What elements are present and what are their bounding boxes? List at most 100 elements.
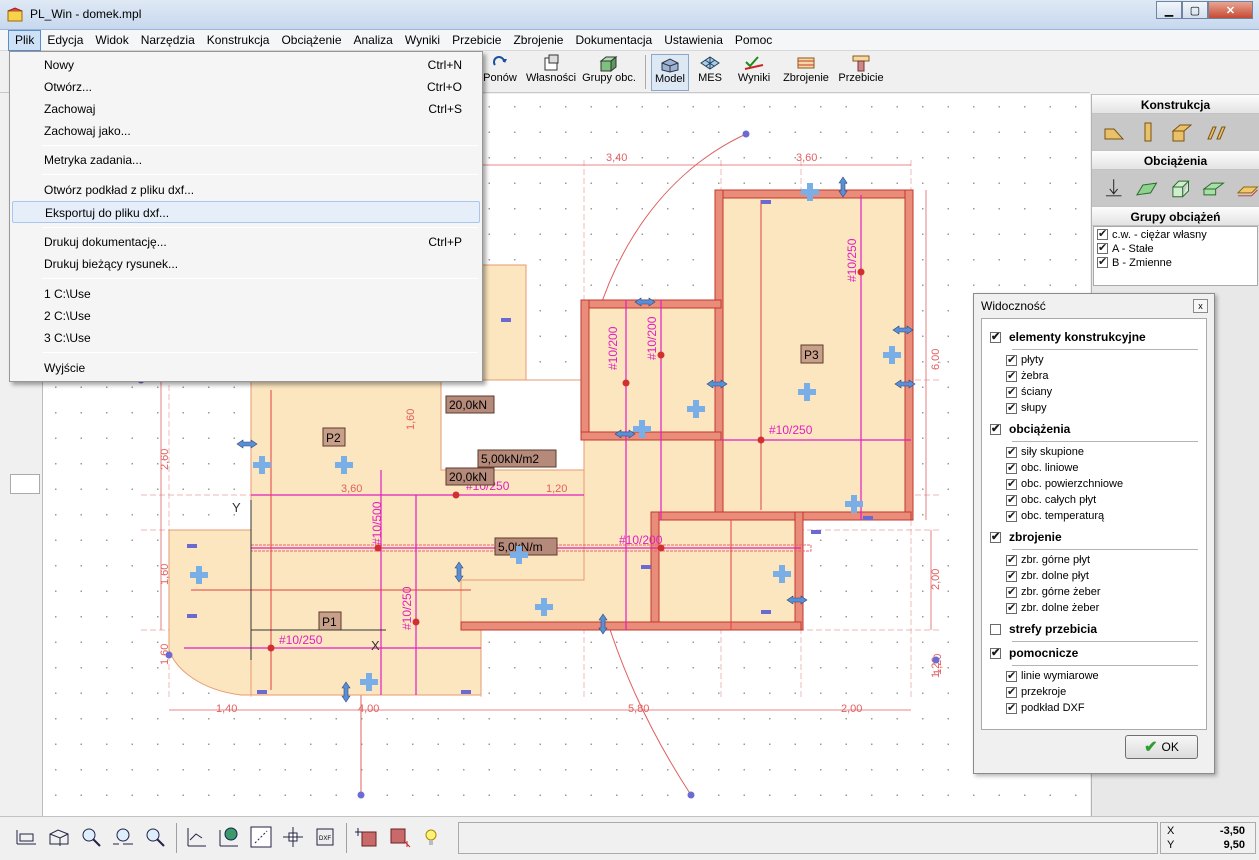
load-group-item[interactable]: B - Zmienne [1094, 255, 1257, 269]
menu-analiza[interactable]: Analiza [348, 30, 399, 51]
label-icon[interactable] [354, 824, 380, 850]
punching-button[interactable]: Przebicie [836, 54, 886, 91]
load-group-checkbox[interactable] [1097, 255, 1108, 268]
menu-item-recent-2[interactable]: 2 C:\Use [12, 305, 480, 327]
load-groups-button[interactable]: Grupy obc. [580, 54, 638, 91]
grid-icon[interactable] [248, 824, 274, 850]
vis-plyty-checkbox[interactable] [1006, 353, 1017, 366]
dialog-close-button[interactable]: x [1193, 299, 1208, 313]
line-load-icon[interactable] [1135, 177, 1158, 199]
properties-button[interactable]: Własności [524, 54, 578, 91]
vis-obciazenia-checkbox[interactable] [990, 422, 1001, 435]
menu-item-metadata[interactable]: Metryka zadania... [12, 149, 480, 171]
vis-zbrojenie[interactable]: zbrojenie [990, 530, 1062, 544]
lightbulb-icon[interactable] [418, 824, 444, 850]
vis-strefy-checkbox[interactable] [990, 623, 1001, 635]
menu-widok[interactable]: Widok [89, 30, 134, 51]
vis-dolne-zeber[interactable]: zbr. dolne żeber [1006, 601, 1099, 614]
vis-liniowe-checkbox[interactable] [1006, 461, 1017, 474]
vis-calych-checkbox[interactable] [1006, 493, 1017, 506]
vis-dolne-plyt[interactable]: zbr. dolne płyt [1006, 569, 1089, 582]
menu-edycja[interactable]: Edycja [41, 30, 89, 51]
vis-dolne-zeber-checkbox[interactable] [1006, 601, 1017, 614]
minimize-button[interactable]: ▁ [1156, 1, 1182, 19]
point-load-icon[interactable] [1102, 177, 1125, 199]
vis-pomocnicze[interactable]: pomocnicze [990, 646, 1078, 660]
dxf-icon[interactable]: DXF [312, 824, 338, 850]
vis-gorne-plyt[interactable]: zbr. górne płyt [1006, 553, 1090, 566]
axes-icon[interactable] [184, 824, 210, 850]
menu-item-export-dxf[interactable]: Eksportuj do pliku dxf... [12, 201, 480, 223]
menu-item-save[interactable]: Zachowaj Ctrl+S [12, 98, 480, 120]
zoom-icon[interactable] [142, 824, 168, 850]
label-add-icon[interactable] [386, 824, 412, 850]
vis-sily[interactable]: siły skupione [1006, 445, 1084, 458]
menu-item-save-as[interactable]: Zachowaj jako... [12, 120, 480, 142]
zoom-window-icon[interactable] [78, 824, 104, 850]
results-button[interactable]: Wyniki [734, 54, 774, 91]
vis-pomocnicze-checkbox[interactable] [990, 646, 1001, 659]
model-button[interactable]: Model [651, 54, 689, 91]
view-3d-icon[interactable] [46, 824, 72, 850]
close-button[interactable]: ✕ [1208, 1, 1253, 19]
vis-plyty[interactable]: płyty [1006, 353, 1044, 366]
vis-linie-checkbox[interactable] [1006, 669, 1017, 682]
vis-zebra-checkbox[interactable] [1006, 369, 1017, 382]
node-icon[interactable] [280, 824, 306, 850]
zoom-pan-icon[interactable] [110, 824, 136, 850]
vis-dxf-checkbox[interactable] [1006, 701, 1017, 714]
temperature-load-icon[interactable] [1236, 177, 1259, 199]
load-group-item[interactable]: c.w. - ciężar własny [1094, 227, 1257, 241]
vis-elementy[interactable]: elementy konstrukcyjne [990, 330, 1146, 344]
menu-konstrukcja[interactable]: Konstrukcja [201, 30, 276, 51]
view-plan-icon[interactable] [14, 824, 40, 850]
vis-powierzchniowe[interactable]: obc. powierzchniowe [1006, 477, 1123, 490]
vis-gorne-zeber-checkbox[interactable] [1006, 585, 1017, 598]
menu-item-exit[interactable]: Wyjście [12, 357, 480, 379]
menu-item-open-dxf[interactable]: Otwórz podkład z pliku dxf... [12, 179, 480, 201]
vis-temperatura-checkbox[interactable] [1006, 509, 1017, 522]
vis-temperatura[interactable]: obc. temperaturą [1006, 509, 1104, 522]
load-group-checkbox[interactable] [1097, 227, 1108, 240]
vis-linie[interactable]: linie wymiarowe [1006, 669, 1099, 682]
reinforcement-button[interactable]: Zbrojenie [780, 54, 832, 91]
vis-strefy[interactable]: strefy przebicia [990, 622, 1097, 636]
vis-sciany[interactable]: ściany [1006, 385, 1052, 398]
redo-button[interactable]: Ponów [482, 54, 518, 91]
left-strip-button[interactable] [10, 474, 40, 494]
vis-slupy[interactable]: słupy [1006, 401, 1047, 414]
mes-button[interactable]: MES [693, 54, 727, 91]
maximize-button[interactable]: ▢ [1182, 1, 1208, 19]
vis-gorne-zeber[interactable]: zbr. górne żeber [1006, 585, 1101, 598]
load-group-checkbox[interactable] [1097, 241, 1108, 254]
menu-item-new[interactable]: Nowy Ctrl+N [12, 54, 480, 76]
globe-icon[interactable] [216, 824, 242, 850]
menu-obciazenie[interactable]: Obciążenie [275, 30, 347, 51]
menu-ustawienia[interactable]: Ustawienia [658, 30, 729, 51]
vis-liniowe[interactable]: obc. liniowe [1006, 461, 1078, 474]
ok-button[interactable]: ✔ OK [1125, 735, 1198, 759]
vis-sciany-checkbox[interactable] [1006, 385, 1017, 398]
menu-narzedzia[interactable]: Narzędzia [135, 30, 201, 51]
column-tool-icon[interactable] [1204, 121, 1228, 143]
vis-przekroje-checkbox[interactable] [1006, 685, 1017, 698]
vis-gorne-plyt-checkbox[interactable] [1006, 553, 1017, 566]
plate-tool-icon[interactable] [1102, 121, 1126, 143]
vis-zebra[interactable]: żebra [1006, 369, 1049, 382]
vis-dxf[interactable]: podkład DXF [1006, 701, 1085, 714]
vis-sily-checkbox[interactable] [1006, 445, 1017, 458]
vis-dolne-plyt-checkbox[interactable] [1006, 569, 1017, 582]
menu-item-print-docs[interactable]: Drukuj dokumentację... Ctrl+P [12, 231, 480, 253]
menu-pomoc[interactable]: Pomoc [729, 30, 778, 51]
vis-powierzchniowe-checkbox[interactable] [1006, 477, 1017, 490]
vis-przekroje[interactable]: przekroje [1006, 685, 1066, 698]
menu-plik[interactable]: Plik [8, 30, 42, 51]
vis-elementy-checkbox[interactable] [990, 330, 1001, 343]
vis-zbrojenie-checkbox[interactable] [990, 530, 1001, 543]
vis-calych[interactable]: obc. całych płyt [1006, 493, 1096, 506]
wall-tool-icon[interactable] [1170, 121, 1194, 143]
menu-item-recent-1[interactable]: 1 C:\Use [12, 283, 480, 305]
area-load-icon[interactable] [1169, 177, 1192, 199]
menu-item-open[interactable]: Otwórz... Ctrl+O [12, 76, 480, 98]
vis-slupy-checkbox[interactable] [1006, 401, 1017, 414]
